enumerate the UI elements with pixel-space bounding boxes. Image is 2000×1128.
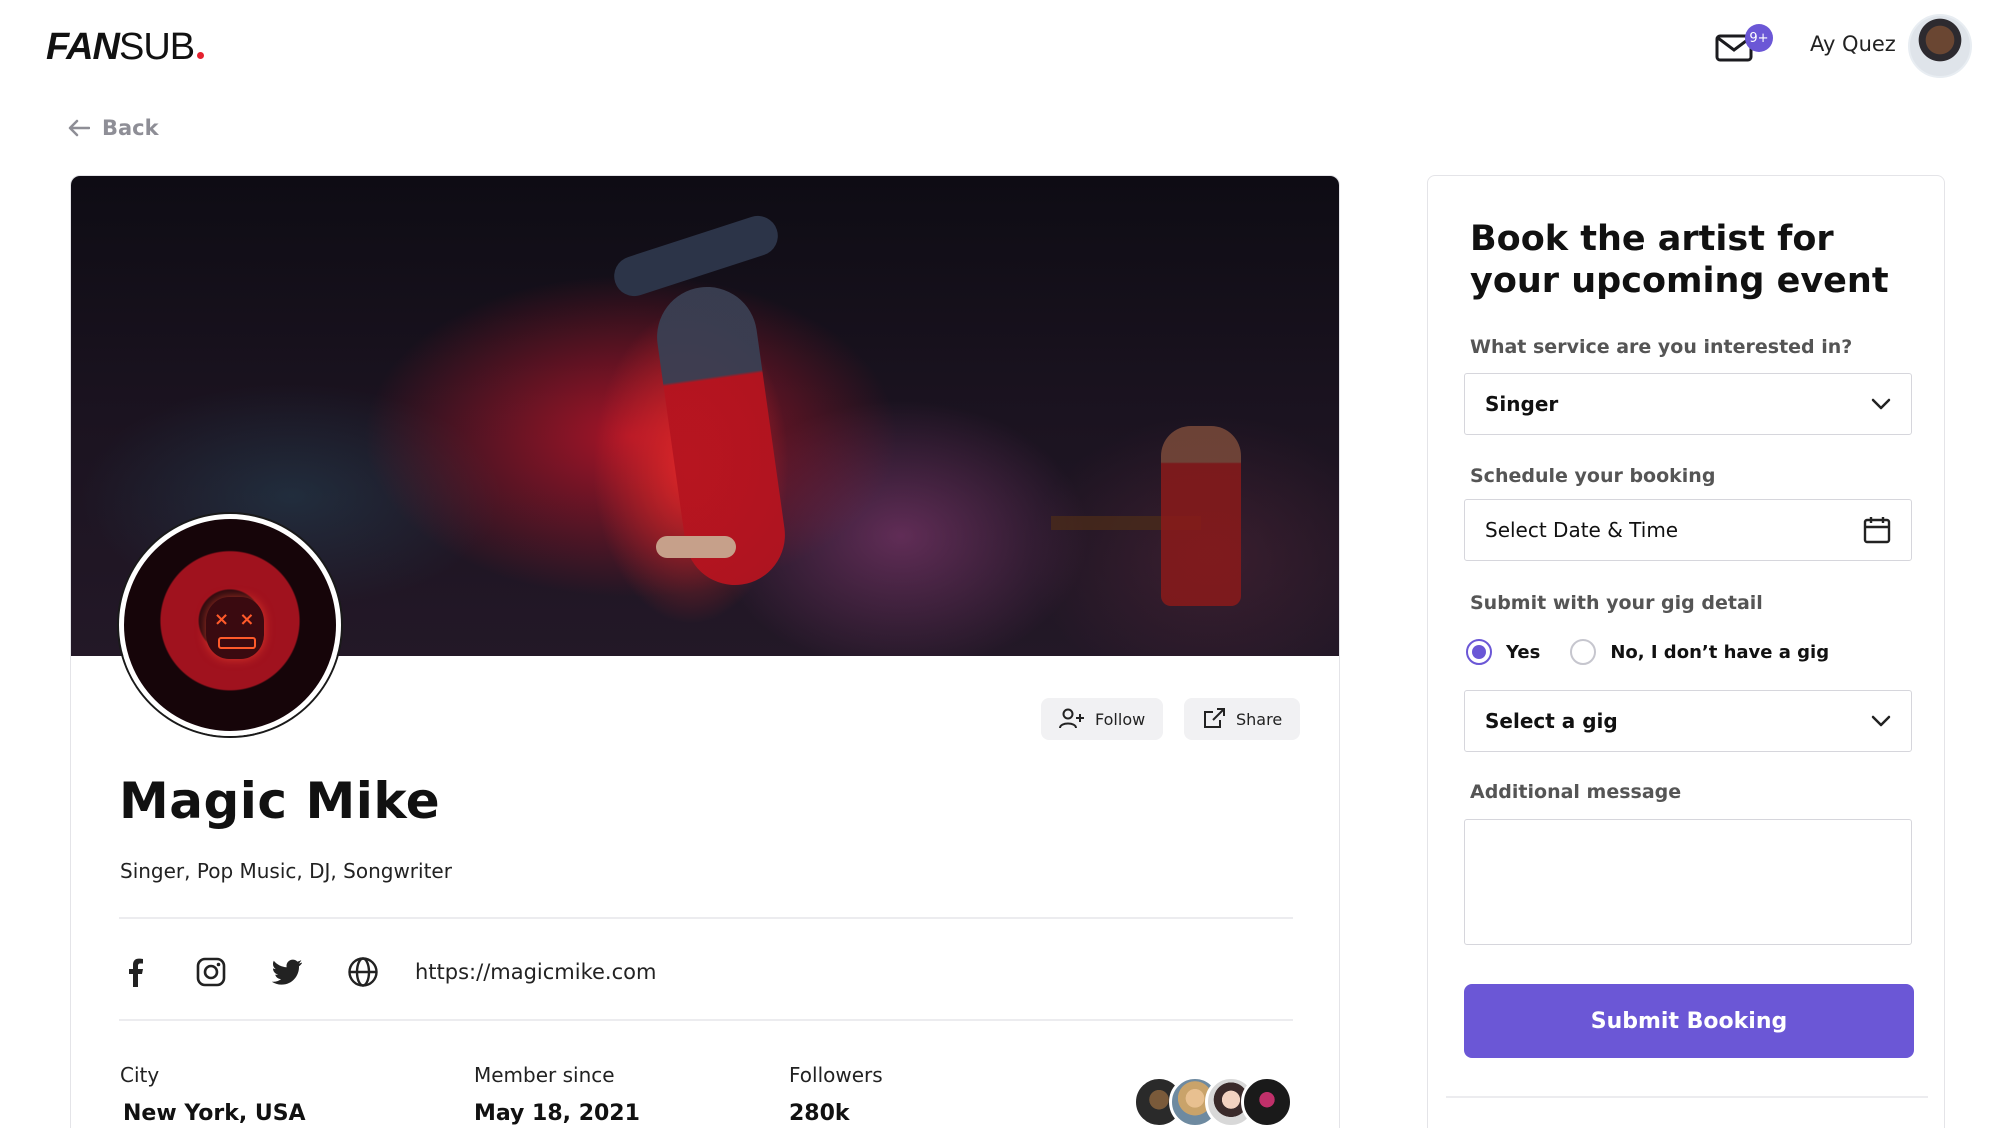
logo-text-light: SUB <box>119 26 195 68</box>
fansub-logo[interactable]: FAN SUB <box>46 26 205 68</box>
followers-label: Followers <box>789 1063 883 1087</box>
booking-card: Book the artist for your upcoming event … <box>1427 175 1945 1128</box>
radio-yes-label: Yes <box>1506 641 1541 663</box>
service-select-value: Singer <box>1485 392 1559 416</box>
instagram-icon[interactable] <box>195 956 227 988</box>
member-since-value: May 18, 2021 <box>474 1101 640 1126</box>
calendar-icon <box>1863 517 1891 544</box>
gig-select[interactable]: Select a gig <box>1464 690 1912 752</box>
chevron-down-icon <box>1871 715 1891 727</box>
artist-avatar <box>119 514 341 736</box>
social-links: https://magicmike.com <box>119 952 656 992</box>
booking-title: Book the artist for your upcoming event <box>1470 219 1889 301</box>
service-select[interactable]: Singer <box>1464 373 1912 435</box>
schedule-label: Schedule your booking <box>1470 465 1716 487</box>
messages-button[interactable]: 9+ <box>1715 24 1775 74</box>
external-link-icon <box>1204 708 1225 728</box>
cover-figure-dj <box>1161 426 1241 606</box>
avatar-mask-figure <box>206 597 264 659</box>
logo-dot <box>197 52 205 59</box>
artist-profile-card: Follow Share Magic Mike Singer, Pop Musi… <box>70 175 1340 1128</box>
artist-name: Magic Mike <box>119 772 441 830</box>
submit-booking-button[interactable]: Submit Booking <box>1464 984 1914 1058</box>
artist-tags: Singer, Pop Music, DJ, Songwriter <box>120 859 452 883</box>
mail-badge: 9+ <box>1745 24 1773 52</box>
date-time-value: Select Date & Time <box>1485 518 1679 542</box>
divider <box>119 1019 1293 1021</box>
radio-no-label: No, I don’t have a gig <box>1610 641 1830 663</box>
member-since-label: Member since <box>474 1063 615 1087</box>
gig-radio-group: Yes No, I don’t have a gig <box>1466 639 1859 665</box>
followers-value: 280k <box>789 1101 850 1126</box>
gig-select-value: Select a gig <box>1485 709 1618 733</box>
share-label: Share <box>1236 709 1283 729</box>
follow-button[interactable]: Follow <box>1041 698 1164 740</box>
chevron-down-icon <box>1871 398 1891 410</box>
divider <box>1446 1096 1928 1098</box>
website-link[interactable]: https://magicmike.com <box>415 960 656 984</box>
globe-icon[interactable] <box>347 956 379 988</box>
back-link[interactable]: Back <box>68 116 159 140</box>
logo-text-bold: FAN <box>46 26 120 68</box>
follow-label: Follow <box>1095 709 1146 729</box>
back-label: Back <box>102 116 159 140</box>
user-plus-icon <box>1059 708 1084 729</box>
radio-yes-circle[interactable] <box>1466 639 1492 665</box>
user-avatar[interactable] <box>1908 14 1972 78</box>
city-value: New York, USA <box>123 1101 306 1126</box>
radio-no[interactable]: No, I don’t have a gig <box>1570 639 1829 665</box>
message-label: Additional message <box>1470 781 1682 803</box>
gig-detail-label: Submit with your gig detail <box>1470 592 1763 614</box>
follower-avatar <box>1241 1076 1293 1128</box>
service-label: What service are you interested in? <box>1470 336 1853 358</box>
user-name[interactable]: Ay Quez <box>1810 32 1896 56</box>
divider <box>119 917 1293 919</box>
arrow-left-icon <box>68 119 90 137</box>
facebook-icon[interactable] <box>119 956 151 988</box>
twitter-icon[interactable] <box>271 956 303 988</box>
share-button[interactable]: Share <box>1184 698 1301 740</box>
city-label: City <box>120 1063 160 1087</box>
message-textarea[interactable] <box>1464 819 1912 945</box>
radio-yes[interactable]: Yes <box>1466 639 1540 665</box>
radio-no-circle[interactable] <box>1570 639 1597 665</box>
date-time-picker[interactable]: Select Date & Time <box>1464 499 1912 561</box>
cover-figure-arm <box>656 536 736 558</box>
